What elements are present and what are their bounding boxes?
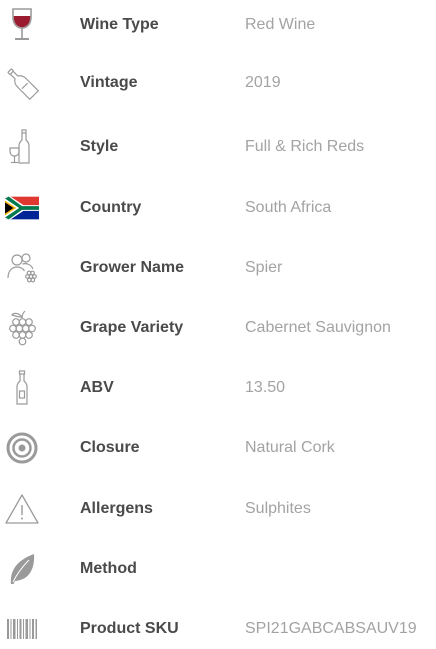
growers-icon [2,248,42,288]
spec-label: Style [80,138,119,155]
spec-value: South Africa [245,199,332,216]
spec-label: Grape Variety [80,319,184,336]
leaf-icon [2,549,42,589]
wine-bottle-icon [2,63,42,103]
spec-row-country: Country South Africa [0,188,436,228]
spec-value: 2019 [245,74,281,91]
spec-row-vintage: Vintage 2019 [0,63,436,103]
wine-glass-icon [2,5,42,45]
spec-label: Vintage [80,74,138,91]
spec-value: 13.50 [245,379,286,396]
bottle-icon [2,368,42,408]
spec-value: Full & Rich Reds [245,138,365,155]
spec-row-product-sku: Product SKU SPI21GABCABSAUV19 [0,609,436,649]
spec-label: ABV [80,379,114,396]
spec-label: Closure [80,439,140,456]
spec-row-method: Method [0,549,436,589]
spec-row-allergens: Allergens Sulphites [0,489,436,529]
spec-value: Spier [245,259,283,276]
spec-label: Country [80,199,142,216]
bottle-and-glass-icon [2,127,42,167]
spec-value: Sulphites [245,500,311,517]
spec-row-grape-variety: Grape Variety Cabernet Sauvignon [0,308,436,348]
spec-value: SPI21GABCABSAUV19 [245,620,417,637]
spec-value: Cabernet Sauvignon [245,319,391,336]
spec-row-closure: Closure Natural Cork [0,428,436,468]
spec-value: Red Wine [245,16,316,33]
spec-row-grower-name: Grower Name Spier [0,248,436,288]
grapes-icon [2,308,42,348]
spec-value: Natural Cork [245,439,335,456]
spec-row-wine-type: Wine Type Red Wine [0,5,436,45]
spec-label: Grower Name [80,259,185,276]
product-specs-list: Wine Type Red Wine Vintage 2019 Style Fu… [0,0,436,641]
barcode-icon [2,609,42,649]
south-africa-flag-icon [2,188,42,228]
spec-label: Wine Type [80,16,159,33]
warning-icon [2,489,42,529]
spec-label: Allergens [80,500,153,517]
spec-label: Product SKU [80,620,179,637]
spec-row-style: Style Full & Rich Reds [0,127,436,167]
spec-label: Method [80,560,137,577]
cork-icon [2,428,42,468]
spec-row-abv: ABV 13.50 [0,368,436,408]
